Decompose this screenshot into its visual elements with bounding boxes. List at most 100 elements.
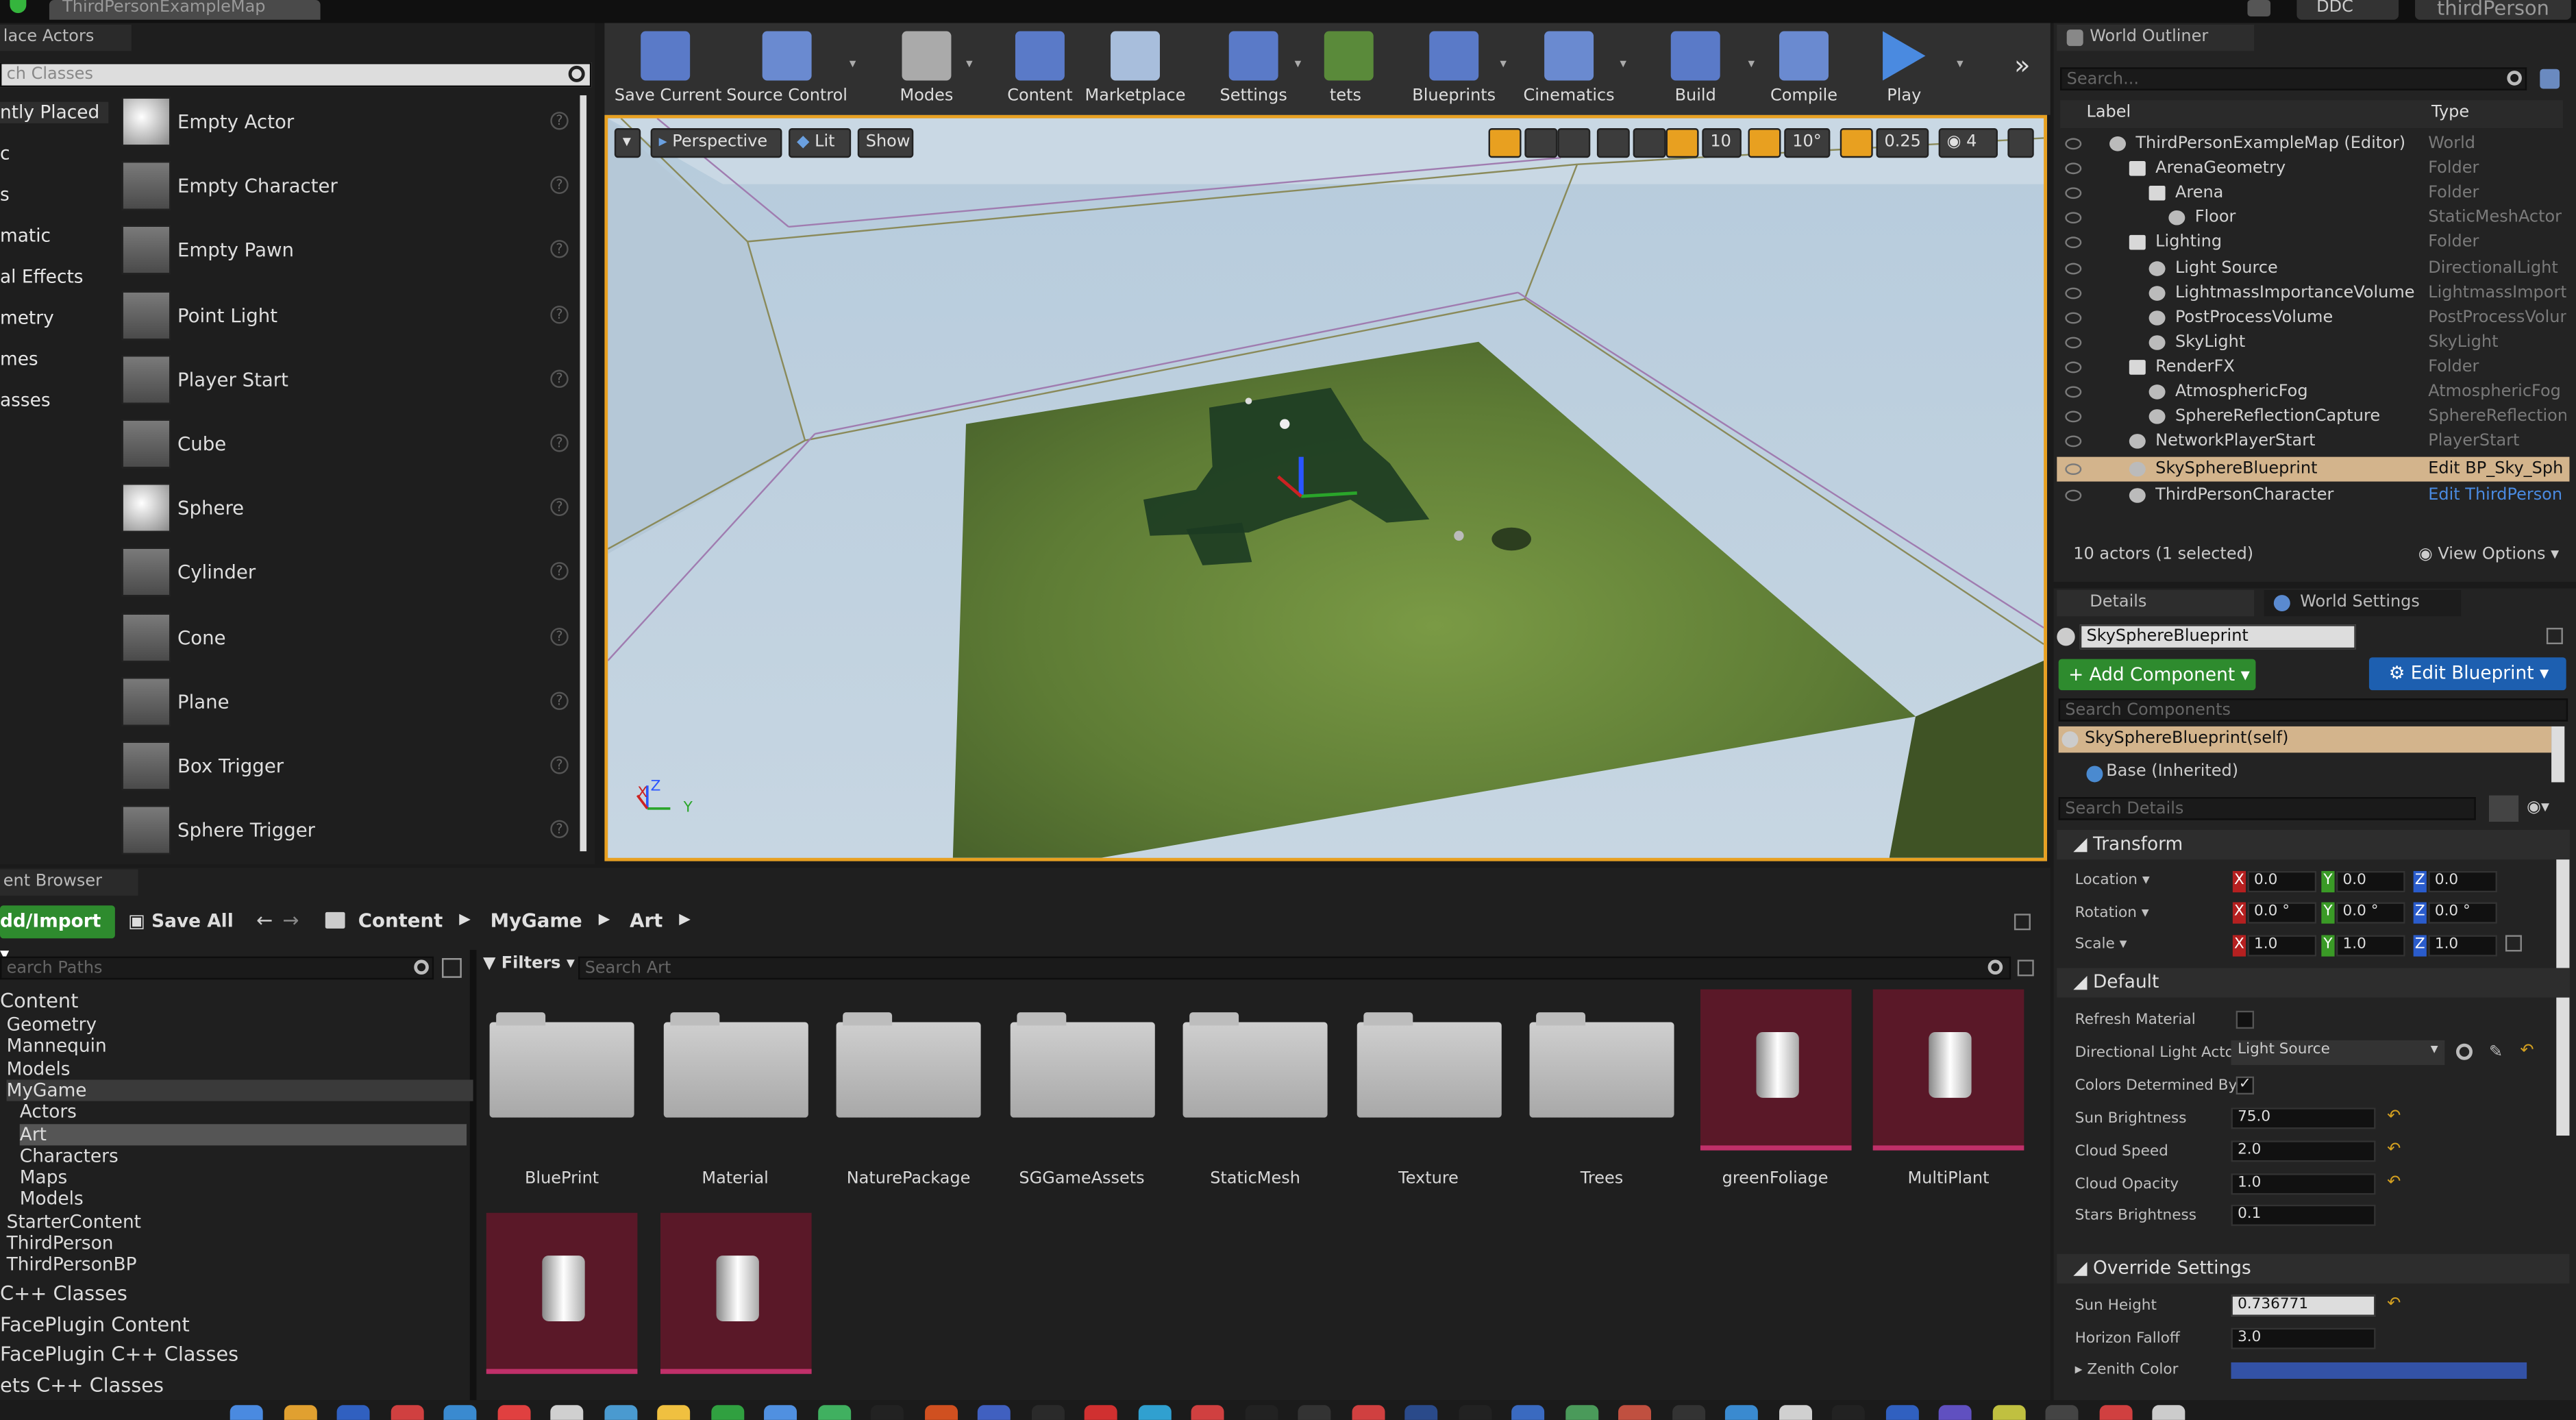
folder-tree-item[interactable]: FacePlugin C++ Classes: [0, 1343, 238, 1366]
visibility-eye-icon[interactable]: [2065, 237, 2082, 249]
stars-brightness-field[interactable]: 0.1: [2231, 1204, 2376, 1226]
cloud-opacity-field[interactable]: 1.0: [2231, 1173, 2376, 1195]
outliner-row[interactable]: Lighting Folder: [2057, 231, 2569, 256]
help-icon[interactable]: ?: [550, 820, 569, 839]
category-3[interactable]: matic: [0, 225, 51, 247]
toolbar-dropdown-icon[interactable]: ▾: [966, 56, 973, 71]
outliner-row[interactable]: Arena Folder: [2057, 181, 2569, 206]
translate-mode-icon[interactable]: [1488, 128, 1522, 158]
folder-asset[interactable]: Texture: [1353, 990, 1504, 1203]
level-viewport[interactable]: [604, 114, 2047, 861]
help-icon[interactable]: ?: [550, 627, 569, 646]
dock-app-icon[interactable]: [977, 1405, 1011, 1420]
category-1[interactable]: c: [0, 143, 10, 164]
category-0[interactable]: ntly Placed: [0, 101, 109, 123]
folder-asset[interactable]: SGGameAssets: [1006, 990, 1158, 1203]
scl-z-field[interactable]: 1.0: [2428, 935, 2497, 957]
default-section[interactable]: ◢ Default: [2057, 968, 2570, 998]
content-browser-tab[interactable]: ent Browser: [0, 869, 138, 896]
cinematics-button[interactable]: Cinematics: [1522, 28, 1617, 107]
browse-icon[interactable]: [2456, 1043, 2473, 1060]
camera-speed-button[interactable]: ◉ 4: [1938, 128, 1998, 158]
folder-tree-item[interactable]: Characters: [20, 1145, 119, 1166]
lock-icon[interactable]: [2546, 628, 2563, 645]
outliner-row-type[interactable]: Edit ThirdPerson: [2428, 484, 2566, 509]
dock-app-icon[interactable]: [1191, 1405, 1224, 1420]
dock-app-icon[interactable]: [1724, 1405, 1758, 1420]
dock-app-icon[interactable]: [1511, 1405, 1545, 1420]
breadcrumb-item[interactable]: Content: [358, 909, 443, 932]
folder-tree-item[interactable]: MyGame: [6, 1079, 473, 1101]
blueprints-button[interactable]: Blueprints: [1409, 28, 1498, 107]
visibility-eye-icon[interactable]: [2065, 138, 2082, 150]
folder-asset[interactable]: StaticMesh: [1180, 990, 1331, 1203]
folder-tree-item[interactable]: Content: [0, 990, 78, 1013]
visibility-eye-icon[interactable]: [2065, 361, 2082, 374]
world-local-icon[interactable]: [1596, 128, 1630, 158]
scl-x-field[interactable]: 1.0: [2247, 935, 2317, 957]
actor-item[interactable]: Sphere Trigger?: [114, 800, 579, 862]
colors-determined-checkbox[interactable]: ✓: [2236, 1076, 2255, 1095]
help-icon[interactable]: ?: [550, 498, 569, 517]
type-column-header[interactable]: Type: [2431, 103, 2469, 121]
toolbar-dropdown-icon[interactable]: ▾: [1748, 56, 1755, 71]
dock-app-icon[interactable]: [1778, 1405, 1811, 1420]
settings-button[interactable]: Settings: [1216, 28, 1291, 107]
grid-view-icon[interactable]: [2488, 795, 2519, 822]
help-icon[interactable]: ?: [550, 112, 569, 130]
dock-app-icon[interactable]: [2098, 1405, 2132, 1420]
reset-arrow-icon[interactable]: ↶: [2521, 1042, 2534, 1060]
place-actors-tab[interactable]: lace Actors: [0, 24, 132, 51]
category-4[interactable]: al Effects: [0, 266, 84, 287]
viewport-menu-button[interactable]: ▾: [614, 128, 641, 158]
source-control-button[interactable]: Source Control: [723, 28, 851, 107]
help-icon[interactable]: ?: [550, 241, 569, 259]
actor-item[interactable]: Sphere?: [114, 478, 579, 539]
outliner-row[interactable]: LightmassImportanceVolume LightmassImport…: [2057, 280, 2569, 305]
dock-app-icon[interactable]: [1084, 1405, 1117, 1420]
scale-snap-icon[interactable]: [1840, 128, 1873, 158]
path-search-input[interactable]: earch Paths: [0, 956, 434, 980]
play-button[interactable]: Play: [1873, 28, 1935, 107]
dock-app-icon[interactable]: [497, 1405, 530, 1420]
grid-snap-value[interactable]: 10: [1702, 128, 1742, 158]
rot-x-field[interactable]: 0.0 °: [2247, 902, 2317, 924]
visibility-eye-icon[interactable]: [2065, 311, 2082, 323]
static-mesh-asset[interactable]: [486, 1212, 638, 1420]
visibility-eye-icon[interactable]: [2065, 212, 2082, 224]
folder-tree-item[interactable]: ets C++ Classes: [0, 1373, 164, 1397]
dock-app-icon[interactable]: [1671, 1405, 1705, 1420]
rot-z-field[interactable]: 0.0 °: [2428, 902, 2497, 924]
dock-app-icon[interactable]: [1938, 1405, 1972, 1420]
visibility-eye-icon[interactable]: [2065, 463, 2082, 475]
sun-height-reset-icon[interactable]: ↶: [2387, 1295, 2401, 1313]
dock-app-icon[interactable]: [924, 1405, 957, 1420]
toolbar-dropdown-icon[interactable]: ▾: [1295, 56, 1302, 71]
dock-app-icon[interactable]: [1030, 1405, 1064, 1420]
sun-height-field[interactable]: 0.736771: [2231, 1295, 2376, 1317]
outliner-row[interactable]: Floor StaticMeshActor: [2057, 206, 2569, 230]
dock-app-icon[interactable]: [390, 1405, 423, 1420]
folder-asset[interactable]: Material: [660, 990, 811, 1203]
label-column-header[interactable]: Label: [2086, 103, 2131, 121]
actor-item[interactable]: Plane?: [114, 672, 579, 733]
edit-blueprint-button[interactable]: ⚙ Edit Blueprint ▾: [2368, 657, 2566, 691]
folder-asset[interactable]: BluePrint: [486, 990, 638, 1203]
folder-tree-item[interactable]: Models: [7, 1057, 71, 1079]
actor-item[interactable]: Empty Character?: [114, 156, 579, 217]
filters-button[interactable]: ▼ Filters ▾: [483, 955, 575, 972]
breadcrumb-item[interactable]: Art: [630, 909, 662, 932]
dock-app-icon[interactable]: [1404, 1405, 1438, 1420]
visibility-eye-icon[interactable]: [2065, 490, 2082, 502]
folder-tree-item[interactable]: C++ Classes: [0, 1282, 127, 1305]
static-mesh-asset[interactable]: MultiPlant: [1872, 989, 2024, 1203]
rotation-snap-icon[interactable]: [1748, 128, 1781, 158]
loc-y-field[interactable]: 0.0: [2336, 870, 2405, 893]
dock-app-icon[interactable]: [336, 1405, 370, 1420]
refresh-material-checkbox[interactable]: [2236, 1010, 2255, 1029]
asset-search-input[interactable]: Search Art: [578, 956, 2011, 980]
dock-app-icon[interactable]: [2152, 1405, 2185, 1420]
zenith-color-label[interactable]: ▸ Zenith Color: [2075, 1362, 2179, 1379]
actor-item[interactable]: Cylinder?: [114, 543, 579, 604]
details-eye-icon[interactable]: ◉▾: [2527, 798, 2563, 818]
